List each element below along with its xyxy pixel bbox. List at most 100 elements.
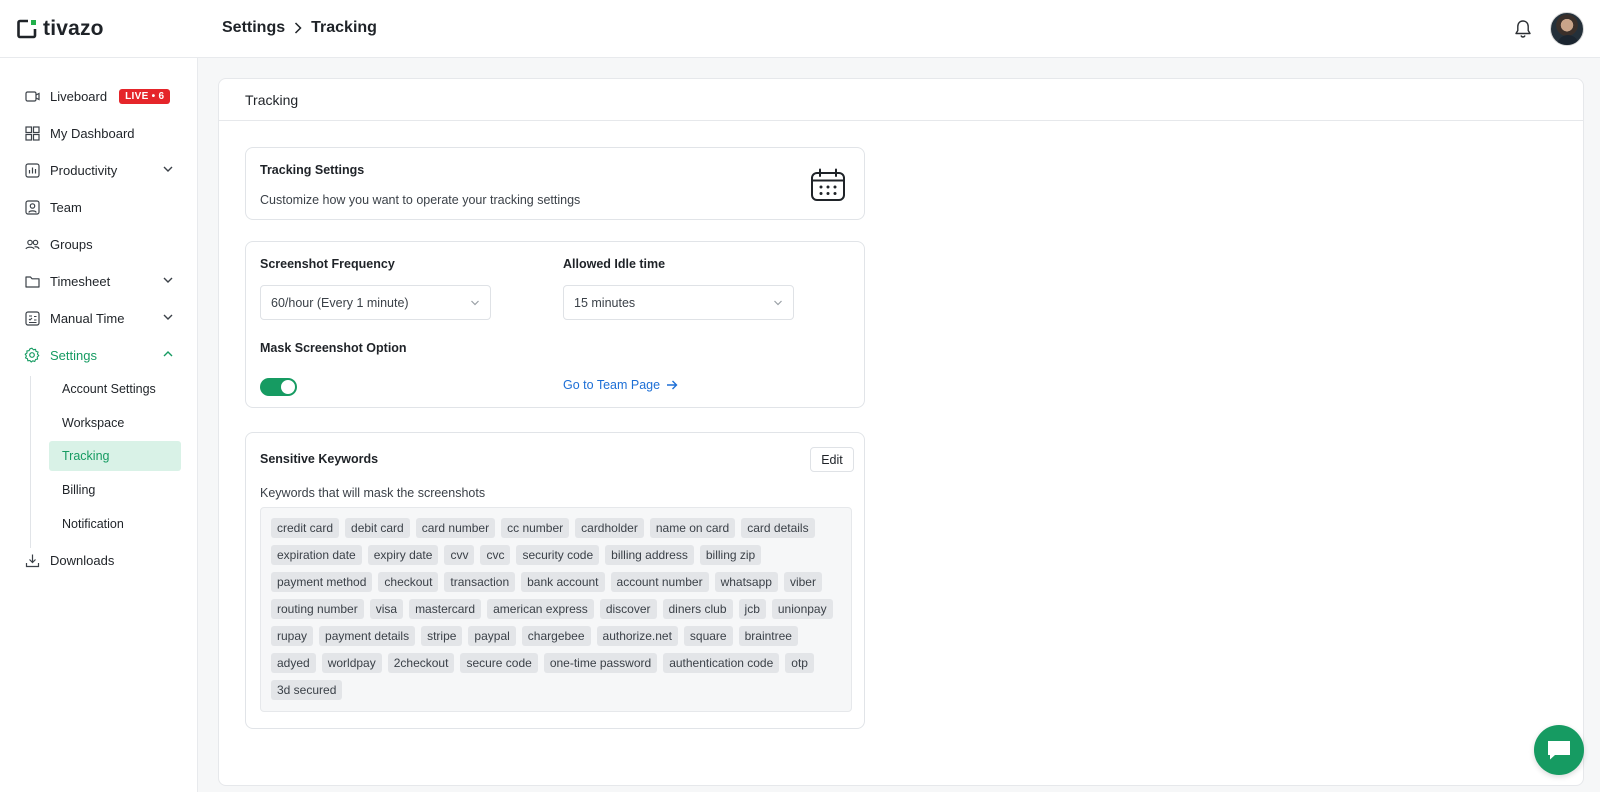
panel-title: Tracking xyxy=(219,79,1583,121)
keyword-chip: one-time password xyxy=(543,653,658,673)
keyword-chip: bank account xyxy=(521,572,605,592)
keyword-chip: square xyxy=(683,626,733,646)
idle-time-select[interactable]: 15 minutes xyxy=(563,285,794,320)
breadcrumb-tracking: Tracking xyxy=(311,19,377,36)
sidebar-subitem-notification[interactable]: Notification xyxy=(49,509,181,539)
keyword-chip: routing number xyxy=(271,599,364,619)
top-bar: tivazo Settings Tracking xyxy=(0,0,1600,58)
sidebar-item-liveboard[interactable]: Liveboard LIVE • 6 xyxy=(0,81,198,111)
keyword-chip: adyed xyxy=(271,653,316,673)
keyword-chip: paypal xyxy=(468,626,516,646)
sidebar-item-timesheet[interactable]: Timesheet xyxy=(0,266,198,296)
sidebar-subitem-billing[interactable]: Billing xyxy=(49,475,181,505)
keyword-chip: braintree xyxy=(738,626,798,646)
chat-bubble-icon xyxy=(1548,741,1570,760)
keyword-chip: authorize.net xyxy=(596,626,678,646)
keyword-chip: billing address xyxy=(605,545,694,565)
keyword-chip: viber xyxy=(783,572,822,592)
keyword-chip: diners club xyxy=(662,599,733,619)
go-to-team-page-link[interactable]: Go to Team Page xyxy=(563,378,678,392)
keyword-chip: worldpay xyxy=(321,653,382,673)
keyword-chip: 2checkout xyxy=(387,653,455,673)
sidebar-item-label: Settings xyxy=(50,347,97,363)
toggle-knob xyxy=(281,380,295,394)
keyword-chip: cvv xyxy=(444,545,475,565)
keyword-chip: mastercard xyxy=(409,599,482,619)
mask-screenshot-label: Mask Screenshot Option xyxy=(260,341,407,355)
chevron-up-icon[interactable] xyxy=(162,348,174,360)
logo-mark-icon xyxy=(17,19,37,39)
sidebar-item-settings[interactable]: Settings xyxy=(0,340,198,370)
team-link-label: Go to Team Page xyxy=(563,378,661,392)
keyword-chip: billing zip xyxy=(699,545,762,565)
screenshot-frequency-label: Screenshot Frequency xyxy=(260,257,395,271)
sidebar-item-downloads[interactable]: Downloads xyxy=(0,545,198,575)
chevron-down-icon xyxy=(774,300,782,306)
arrow-right-icon xyxy=(667,380,678,390)
idle-time-label: Allowed Idle time xyxy=(563,257,666,271)
keyword-chip: authentication code xyxy=(663,653,780,673)
tracking-settings-title: Tracking Settings xyxy=(260,163,365,177)
keyword-chip: rupay xyxy=(271,626,314,646)
folder-icon xyxy=(24,273,40,289)
team-user-icon xyxy=(24,199,40,215)
keyword-chip: cvc xyxy=(480,545,511,565)
avatar[interactable] xyxy=(1550,12,1584,46)
keyword-chip: security code xyxy=(516,545,600,565)
keyword-chip: unionpay xyxy=(771,599,833,619)
breadcrumb-settings[interactable]: Settings xyxy=(222,19,285,37)
sidebar-subitem-tracking[interactable]: Tracking xyxy=(49,441,181,471)
sensitive-keywords-title: Sensitive Keywords xyxy=(260,452,379,466)
keyword-chip: chargebee xyxy=(521,626,591,646)
gear-icon xyxy=(24,347,40,363)
sidebar-item-my-dashboard[interactable]: My Dashboard xyxy=(0,118,198,148)
keyword-chip: payment details xyxy=(319,626,416,646)
sidebar-item-label: Downloads xyxy=(50,552,115,568)
sidebar-item-team[interactable]: Team xyxy=(0,192,198,222)
chat-button[interactable] xyxy=(1534,725,1584,775)
keyword-chip: secure code xyxy=(460,653,538,673)
sidebar-item-label: Productivity xyxy=(50,162,118,178)
tracking-settings-card: Tracking Settings Customize how you want… xyxy=(245,147,865,220)
sidebar-item-label: Liveboard xyxy=(50,88,108,104)
chevron-down-icon[interactable] xyxy=(162,274,174,286)
keyword-chip: debit card xyxy=(345,518,410,538)
main-area: Tracking Tracking Settings Customize how… xyxy=(198,58,1600,792)
keyword-chip: card details xyxy=(741,518,815,538)
keyword-chip: otp xyxy=(785,653,814,673)
mask-screenshot-toggle[interactable] xyxy=(260,378,297,396)
download-icon xyxy=(24,552,40,568)
screenshot-frequency-select[interactable]: 60/hour (Every 1 minute) xyxy=(260,285,491,320)
tracking-options-card: Screenshot Frequency 60/hour (Every 1 mi… xyxy=(245,241,865,408)
logo[interactable]: tivazo xyxy=(17,17,104,41)
idle-time-value: 15 minutes xyxy=(574,295,636,310)
subnav-line xyxy=(30,376,31,548)
keyword-chip: cc number xyxy=(501,518,570,538)
sidebar-item-productivity[interactable]: Productivity xyxy=(0,155,198,185)
sidebar-item-manual-time[interactable]: Manual Time xyxy=(0,303,198,333)
sidebar-subitem-workspace[interactable]: Workspace xyxy=(49,408,181,438)
keyword-chip: checkout xyxy=(378,572,439,592)
keyword-chip: visa xyxy=(369,599,404,619)
sensitive-keywords-card: Sensitive Keywords Edit Keywords that wi… xyxy=(245,432,865,729)
sidebar-item-label: Manual Time xyxy=(50,310,125,326)
chevron-down-icon[interactable] xyxy=(162,311,174,323)
keyword-chip: 3d secured xyxy=(271,680,343,700)
keyword-chip: discover xyxy=(599,599,657,619)
keyword-chip: expiry date xyxy=(367,545,439,565)
tracking-panel: Tracking Tracking Settings Customize how… xyxy=(218,78,1584,786)
sidebar-item-label: My Dashboard xyxy=(50,125,135,141)
sidebar-subitem-account-settings[interactable]: Account Settings xyxy=(49,374,181,404)
keyword-chip: stripe xyxy=(421,626,463,646)
keyword-chip: name on card xyxy=(649,518,736,538)
keyword-chip: expiration date xyxy=(271,545,362,565)
keyword-chip: payment method xyxy=(271,572,373,592)
sidebar-item-label: Groups xyxy=(50,236,93,252)
keywords-list: credit card debit card card number cc numbe… xyxy=(260,507,852,712)
bell-icon[interactable] xyxy=(1512,18,1534,40)
dashboard-grid-icon xyxy=(24,125,40,141)
chevron-down-icon[interactable] xyxy=(162,163,174,175)
sidebar-item-label: Timesheet xyxy=(50,273,111,289)
edit-keywords-button[interactable]: Edit xyxy=(810,447,854,472)
sidebar-item-groups[interactable]: Groups xyxy=(0,229,198,259)
